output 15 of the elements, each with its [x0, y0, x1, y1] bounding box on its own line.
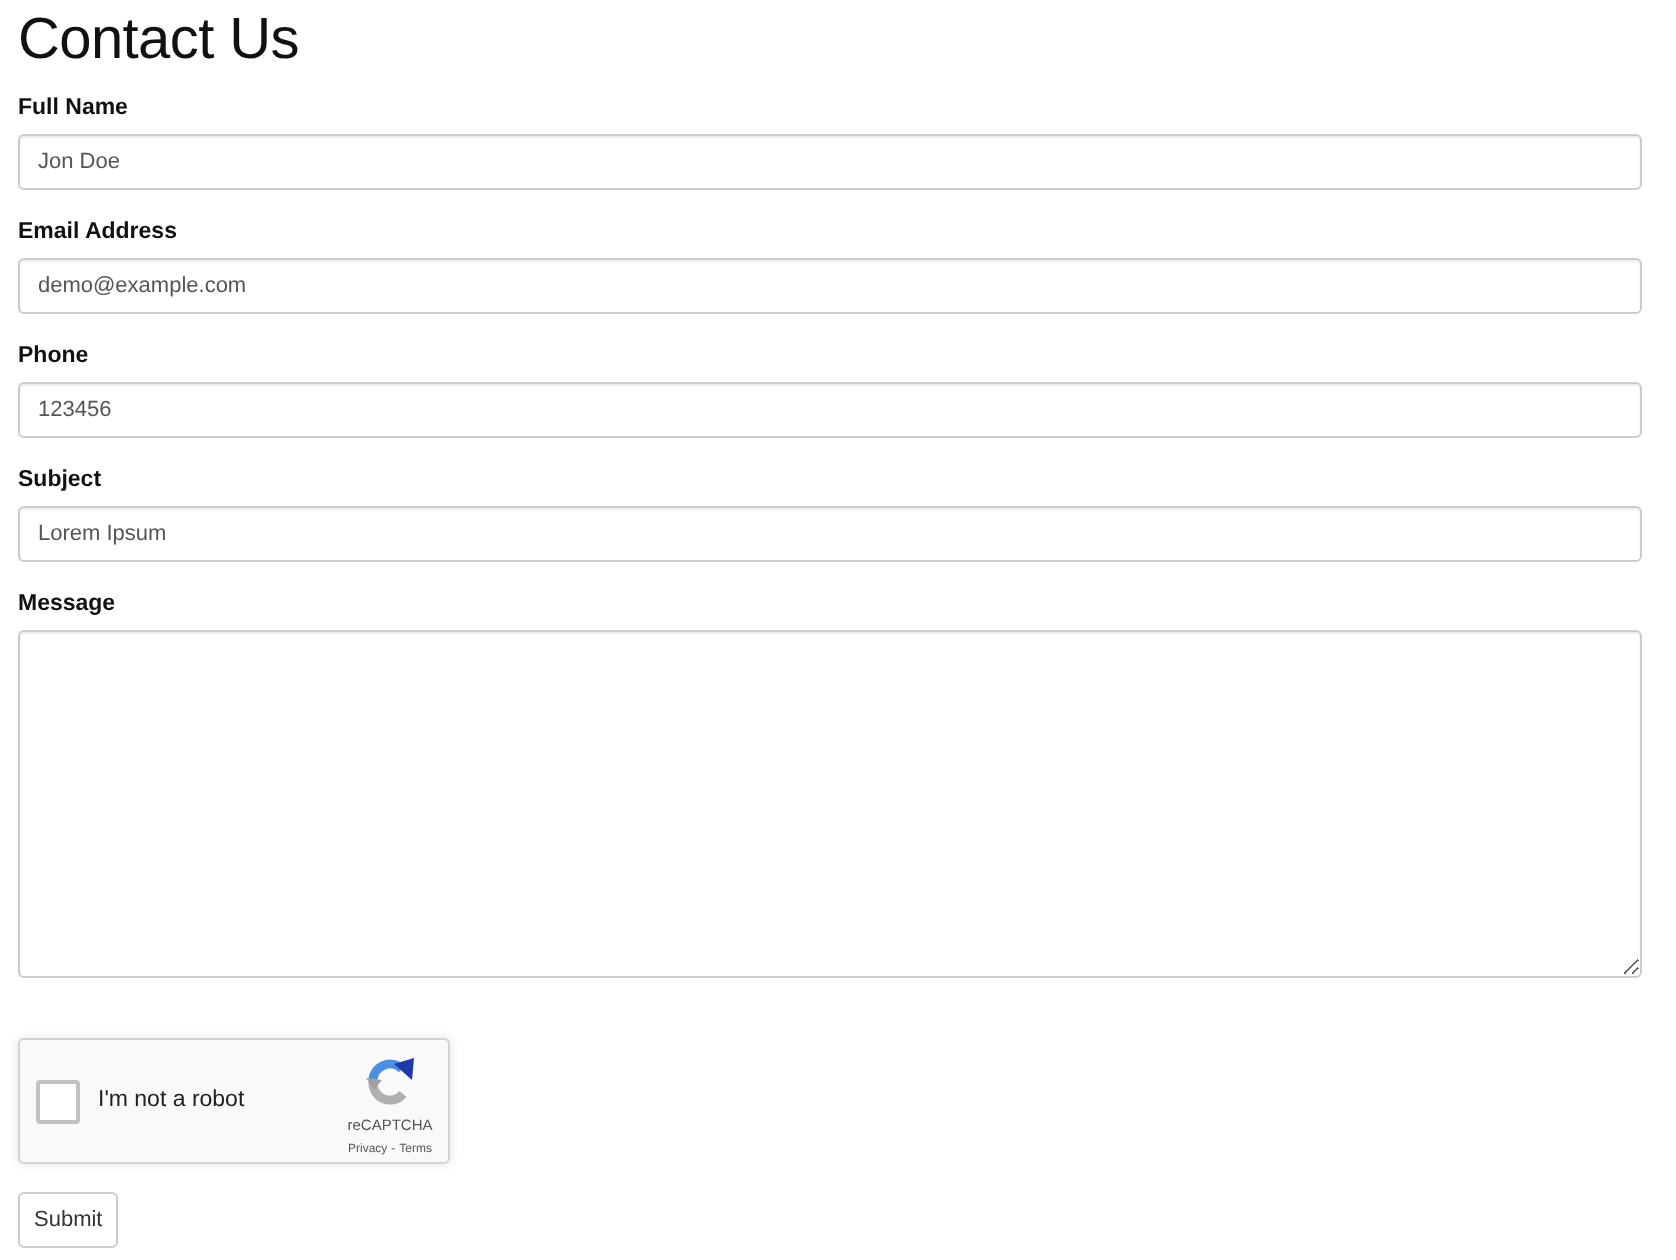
text-input-field[interactable]: Jon Doe	[18, 134, 1642, 190]
text-input-field[interactable]: Lorem Ipsum	[18, 506, 1642, 562]
text-input-field[interactable]: demo@example.com	[18, 258, 1642, 314]
field-label: Email Address	[18, 218, 179, 248]
field-label: Subject	[18, 466, 104, 496]
captcha-label: I'm not a robot	[98, 1085, 245, 1116]
page-title: Contact Us	[18, 6, 301, 76]
field-label: Phone	[18, 342, 91, 372]
text-input-field[interactable]: 123456	[18, 382, 1642, 438]
field-label: Full Name	[18, 94, 130, 124]
message-textarea[interactable]	[18, 630, 1642, 978]
circular-arrows-icon	[364, 1055, 416, 1107]
field-label: Message	[18, 590, 118, 620]
captcha-checkbox[interactable]	[36, 1079, 80, 1123]
submit-button[interactable]: Submit	[18, 1192, 119, 1248]
